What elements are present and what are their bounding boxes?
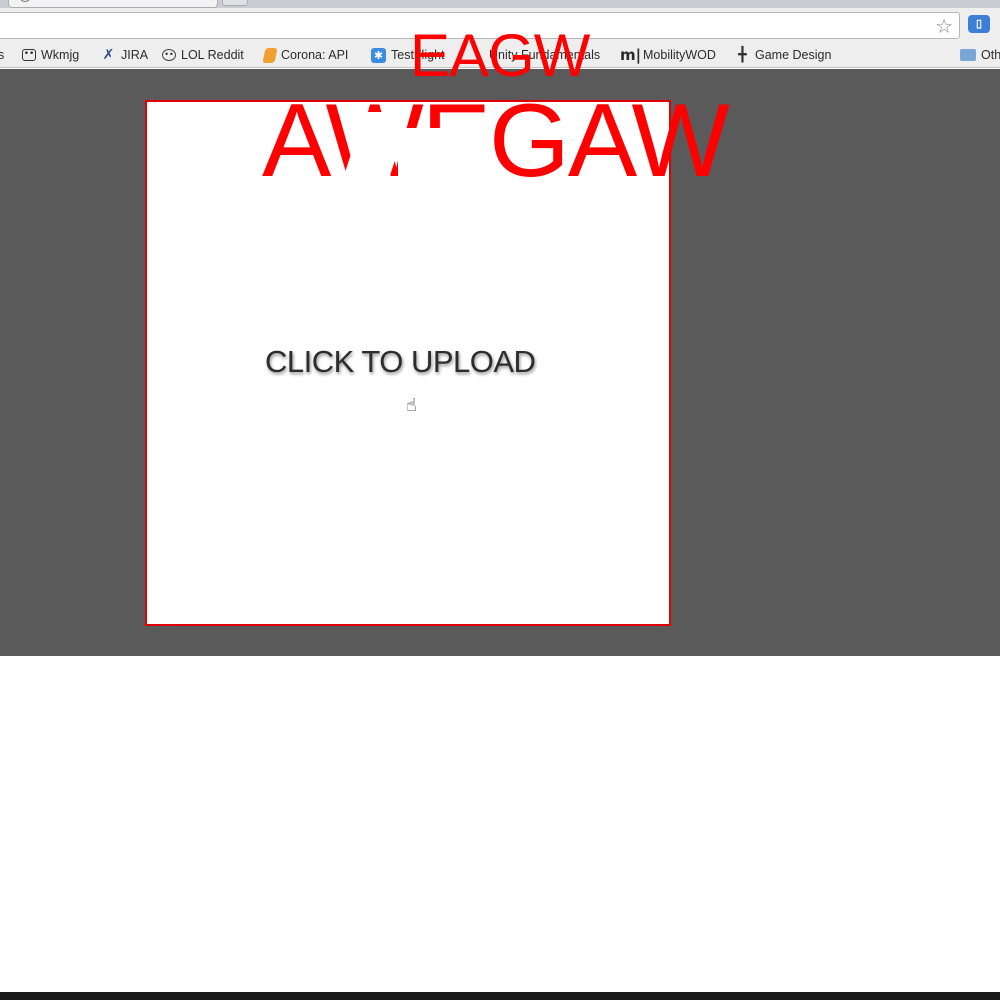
upload-label[interactable]: CLICK TO UPLOAD [265, 344, 536, 380]
bookmark-item-mobilitywod[interactable]: m| MobilityWOD [620, 45, 716, 65]
game-design-icon: ╋ [738, 46, 747, 63]
corona-icon [262, 47, 278, 63]
reddit-icon: •• [162, 49, 176, 61]
bookmark-label: MobilityWOD [643, 48, 716, 62]
mobility-icon: m| [620, 45, 642, 64]
testflight-icon: ✱ [371, 47, 386, 63]
overlay-artifact [398, 128, 490, 188]
bookmark-label: LOL Reddit [181, 48, 244, 62]
bookmark-item-jira[interactable]: ✗ JIRA [101, 45, 148, 65]
jira-icon: ✗ [102, 46, 115, 63]
robot-icon: •• [22, 49, 36, 61]
bottom-edge [0, 992, 1000, 1000]
title-large: AWEGAW [262, 83, 730, 199]
bookmark-item-s[interactable]: s [0, 45, 4, 65]
globe-icon [19, 0, 31, 2]
bookmark-label: Oth [981, 48, 1000, 62]
bookmark-item-game-design[interactable]: ╋ Game Design [735, 45, 831, 65]
bookmark-folder-other[interactable]: Oth [960, 45, 1000, 65]
bookmark-item-corona-api[interactable]: Corona: API [262, 45, 349, 65]
bookmark-item-wkmjg[interactable]: •• Wkmjg [22, 45, 79, 65]
browser-tab[interactable] [8, 0, 218, 8]
bookmark-label: Wkmjg [41, 48, 80, 62]
bookmark-label: Corona: API [281, 48, 349, 62]
new-tab-button[interactable] [222, 0, 248, 6]
bookmark-item-lol-reddit[interactable]: •• LOL Reddit [162, 45, 244, 65]
tab-strip [0, 0, 1000, 8]
bookmark-star-icon[interactable]: ☆ [935, 15, 953, 37]
title-small: EAGW [410, 22, 590, 89]
bookmark-label: s [0, 48, 5, 62]
folder-icon [960, 49, 976, 61]
bookmark-label: JIRA [121, 48, 149, 62]
hand-cursor-icon: ☝ [406, 395, 417, 416]
extension-icon[interactable]: ▯ [968, 15, 990, 33]
bookmark-label: Game Design [755, 48, 832, 62]
